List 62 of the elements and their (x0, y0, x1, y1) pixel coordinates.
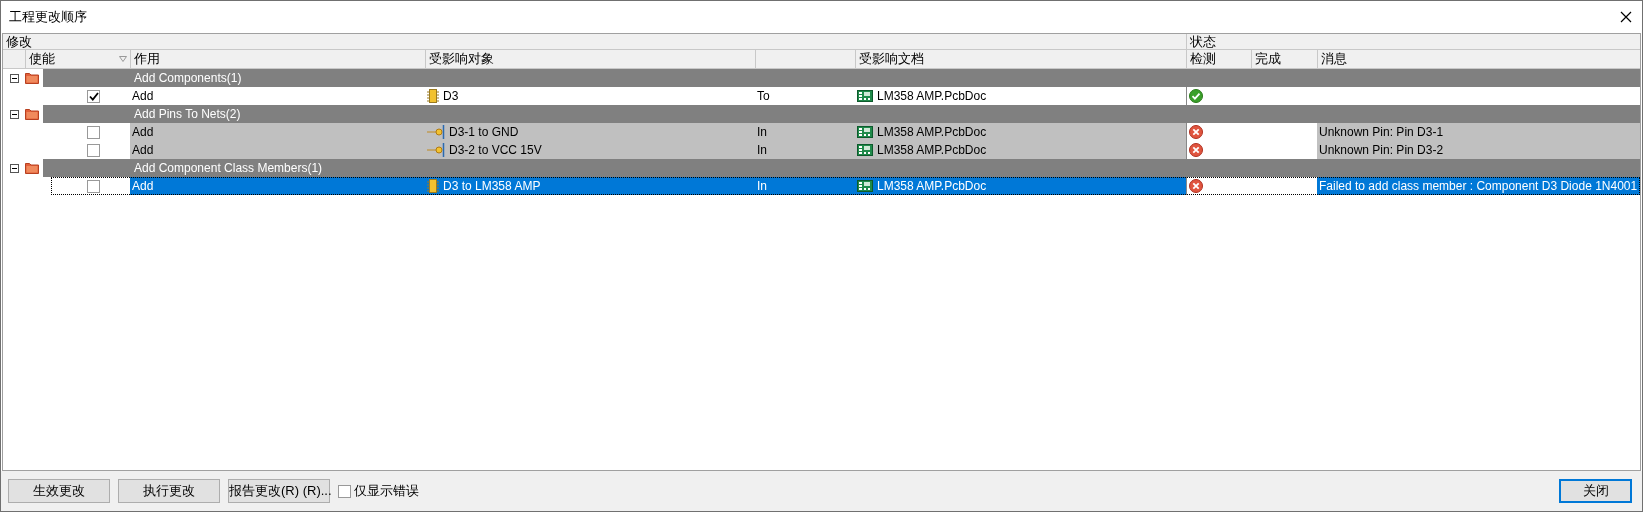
change-row[interactable]: Add D3 To LM358 AMP.PcbDoc (3, 87, 1640, 105)
column-header[interactable]: 检测 (1186, 50, 1251, 68)
relation-text: In (757, 124, 767, 141)
group-row[interactable]: Add Pins To Nets(2) (43, 105, 1640, 123)
enable-checkbox[interactable] (87, 125, 100, 139)
group-header: 修改 (6, 34, 32, 49)
group-header: 状态 (1190, 34, 1216, 49)
pin-icon (427, 125, 445, 139)
close-icon[interactable] (1620, 11, 1632, 23)
object-text: D3-1 to GND (449, 124, 519, 141)
object-text: D3-2 to VCC 15V (449, 142, 542, 159)
action-text: Add (132, 178, 154, 195)
relation-text: To (757, 88, 770, 105)
checkbox-label: 仅显示错误 (354, 482, 419, 501)
pcb-icon (857, 90, 873, 102)
change-row[interactable]: Add D3-2 to VCC 15V In LM358 AMP.PcbDoc Unknown Pin: Pin D3-2 (3, 141, 1640, 159)
folder-icon (25, 72, 39, 84)
chip-icon (427, 179, 439, 193)
column-header[interactable]: 作用 (130, 50, 425, 68)
change-row[interactable]: Add D3 to LM358 AMP In LM358 AMP.PcbDoc Failed to add class member : Component D3 Diode 1N4001 (51, 177, 1640, 195)
pcb-icon (857, 144, 873, 156)
action-text: Add (132, 88, 154, 105)
group-row[interactable]: Add Components(1) (43, 69, 1640, 87)
action-text: Add (132, 142, 154, 159)
object-text: D3 (443, 88, 459, 105)
checkmark-icon (88, 91, 99, 101)
column-header[interactable]: 受影响文档 (855, 50, 1186, 68)
action-text: Add (132, 124, 154, 141)
collapse-icon[interactable] (9, 109, 19, 119)
enable-checkbox[interactable] (87, 179, 100, 193)
close-button[interactable]: 关闭 (1559, 479, 1632, 503)
pcb-icon (857, 180, 873, 192)
change-row[interactable]: Add D3-1 to GND In LM358 AMP.PcbDoc Unknown Pin: Pin D3-1 (3, 123, 1640, 141)
pin-icon (427, 143, 445, 157)
column-header[interactable]: 受影响对象 (425, 50, 755, 68)
column-header[interactable]: 使能 (25, 50, 130, 68)
column-header[interactable]: 完成 (1251, 50, 1317, 68)
collapse-icon[interactable] (9, 73, 19, 83)
group-row[interactable]: Add Component Class Members(1) (43, 159, 1640, 177)
enable-checkbox[interactable] (87, 143, 100, 157)
filter-checkbox[interactable] (338, 484, 351, 498)
document-text: LM358 AMP.PcbDoc (877, 88, 987, 105)
object-text: D3 to LM358 AMP (443, 178, 541, 195)
column-header[interactable]: 消息 (1317, 50, 1640, 68)
document-text: LM358 AMP.PcbDoc (877, 124, 987, 141)
relation-text: In (757, 142, 767, 159)
folder-icon (25, 108, 39, 120)
relation-text: In (757, 178, 767, 195)
chip-icon (427, 89, 439, 103)
message-text: Unknown Pin: Pin D3-2 (1319, 142, 1444, 159)
message-text: Unknown Pin: Pin D3-1 (1319, 124, 1444, 141)
folder-icon (25, 162, 39, 174)
window-title: 工程更改顺序 (9, 8, 87, 27)
document-text: LM358 AMP.PcbDoc (877, 178, 987, 195)
enable-checkbox[interactable] (87, 89, 100, 103)
document-text: LM358 AMP.PcbDoc (877, 142, 987, 159)
action-button[interactable]: 执行更改 (118, 479, 220, 503)
message-text: Failed to add class member : Component D3 Diode 1N4001 (1319, 178, 1638, 195)
action-button[interactable]: 报告更改(R) (R)... (228, 479, 330, 503)
collapse-icon[interactable] (9, 163, 19, 173)
action-button[interactable]: 生效更改 (8, 479, 110, 503)
pcb-icon (857, 126, 873, 138)
